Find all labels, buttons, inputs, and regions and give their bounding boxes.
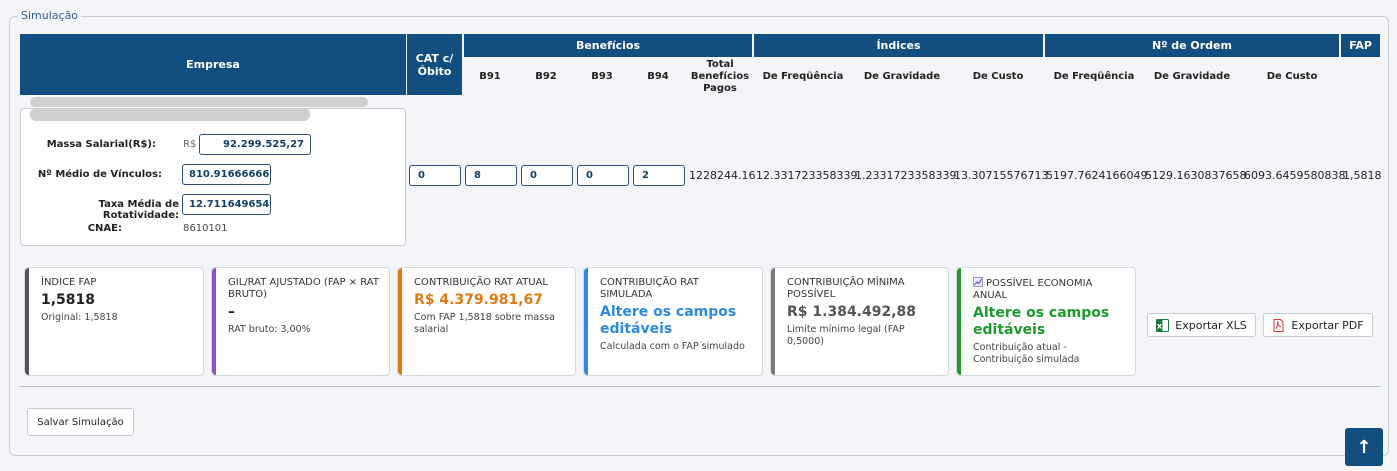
redacted-company-name bbox=[30, 97, 368, 107]
b94-input[interactable]: 2 bbox=[633, 165, 685, 186]
divider bbox=[20, 386, 1380, 387]
card-accent-bar bbox=[771, 268, 775, 375]
card-gil-rat-ajustado: GIL/RAT AJUSTADO (FAP × RAT BRUTO) – RAT… bbox=[211, 267, 390, 376]
cnae-label: CNAE: bbox=[87, 223, 122, 234]
card-value: Altere os campos editáveis bbox=[600, 304, 737, 337]
card-accent-bar bbox=[584, 268, 588, 375]
header-cat-obito: CAT c/ Óbito bbox=[407, 34, 462, 95]
header-beneficios: Benefícios bbox=[464, 34, 752, 57]
fap-value: 1,5818 bbox=[1343, 169, 1382, 182]
card-indice-fap: ÍNDICE FAP 1,5818 Original: 1,5818 bbox=[24, 267, 204, 376]
export-pdf-label: Exportar PDF bbox=[1291, 318, 1364, 332]
card-title: CONTRIBUIÇÃO RAT SIMULADA bbox=[600, 277, 699, 300]
subheader-b93: B93 bbox=[591, 71, 613, 82]
indice-custo-value: 13.30715576713 bbox=[954, 169, 1049, 182]
card-subtitle: RAT bruto: 3,00% bbox=[228, 324, 311, 335]
card-title: POSSÍVEL ECONOMIA ANUAL bbox=[973, 277, 1125, 302]
simulation-legend: Simulação bbox=[18, 9, 82, 22]
subheader-ordem-frequencia: De Freqüência bbox=[1053, 71, 1135, 82]
indice-frequencia-value: 12.331723358339 bbox=[756, 169, 858, 182]
subheader-indice-gravidade: De Gravidade bbox=[863, 71, 941, 82]
ordem-gravidade-value: 5129.1630837658 bbox=[1145, 169, 1247, 182]
ordem-custo-value: 6093.6459580838 bbox=[1244, 169, 1346, 182]
vinculos-label: Nº Médio de Vínculos: bbox=[37, 169, 162, 180]
massa-salarial-input[interactable]: 92.299.525,27 bbox=[199, 134, 311, 155]
redacted-company-id bbox=[30, 108, 310, 121]
export-xls-button[interactable]: x Exportar XLS bbox=[1147, 313, 1256, 337]
card-value: R$ 4.379.981,67 bbox=[414, 292, 544, 308]
subheader-ordem-gravidade: De Gravidade bbox=[1153, 71, 1231, 82]
vinculos-input[interactable]: 810.91666666 bbox=[182, 164, 271, 185]
card-title: CONTRIBUIÇÃO RAT ATUAL bbox=[414, 277, 548, 288]
card-title: ÍNDICE FAP bbox=[41, 277, 97, 288]
scroll-top-button[interactable]: ↑ bbox=[1345, 428, 1383, 466]
card-subtitle: Original: 1,5818 bbox=[41, 312, 118, 323]
card-contribuicao-rat-simulada: CONTRIBUIÇÃO RAT SIMULADA Altere os camp… bbox=[583, 267, 763, 376]
card-value: – bbox=[228, 304, 235, 320]
subheader-indice-frequencia: De Freqüência bbox=[762, 71, 844, 82]
currency-label: R$ bbox=[183, 139, 197, 150]
subheader-b94: B94 bbox=[647, 71, 669, 82]
export-pdf-button[interactable]: Exportar PDF bbox=[1263, 313, 1373, 337]
ordem-frequencia-value: 5197.7624166049 bbox=[1046, 169, 1148, 182]
b93-input[interactable]: 0 bbox=[577, 165, 629, 186]
card-subtitle: Com FAP 1,5818 sobre massa salarial bbox=[414, 312, 555, 335]
card-title: CONTRIBUIÇÃO MÍNIMA POSSÍVEL bbox=[787, 277, 905, 300]
cnae-value: 8610101 bbox=[183, 223, 228, 234]
cat-obito-input[interactable]: 0 bbox=[409, 165, 461, 186]
card-value: Altere os campos editáveis bbox=[973, 305, 1110, 338]
header-empresa: Empresa bbox=[20, 34, 406, 95]
header-numero-ordem: Nº de Ordem bbox=[1045, 34, 1339, 57]
total-beneficios-value: 1228244.16 bbox=[689, 169, 756, 182]
rotatividade-label: Taxa Média de Rotatividade: bbox=[98, 199, 179, 221]
massa-salarial-label: Massa Salarial(R$): bbox=[46, 139, 156, 150]
save-simulation-button[interactable]: Salvar Simulação bbox=[27, 408, 134, 436]
card-title: GIL/RAT AJUSTADO (FAP × RAT BRUTO) bbox=[228, 277, 379, 300]
card-value: 1,5818 bbox=[41, 292, 96, 308]
pdf-icon bbox=[1273, 318, 1284, 332]
excel-icon: x bbox=[1156, 318, 1170, 332]
header-fap: FAP bbox=[1341, 34, 1380, 57]
card-accent-bar bbox=[957, 268, 961, 375]
b91-input[interactable]: 8 bbox=[465, 165, 517, 186]
card-accent-bar bbox=[398, 268, 402, 375]
card-subtitle: Limite mínimo legal (FAP 0,5000) bbox=[787, 324, 905, 347]
indice-gravidade-value: 1.2331723358339 bbox=[855, 169, 957, 182]
card-subtitle: Contribuição atual - Contribuição simula… bbox=[973, 342, 1080, 365]
card-contribuicao-rat-atual: CONTRIBUIÇÃO RAT ATUAL R$ 4.379.981,67 C… bbox=[397, 267, 576, 376]
card-subtitle: Calculada com o FAP simulado bbox=[600, 341, 745, 352]
chart-icon bbox=[973, 277, 983, 287]
subheader-b91: B91 bbox=[479, 71, 501, 82]
subheader-ordem-custo: De Custo bbox=[1266, 71, 1318, 82]
card-possivel-economia: POSSÍVEL ECONOMIA ANUAL Altere os campos… bbox=[956, 267, 1136, 376]
b92-input[interactable]: 0 bbox=[521, 165, 573, 186]
card-accent-bar bbox=[212, 268, 216, 375]
arrow-up-icon: ↑ bbox=[1356, 436, 1372, 458]
export-xls-label: Exportar XLS bbox=[1175, 318, 1247, 332]
svg-text:x: x bbox=[1157, 321, 1163, 330]
card-contribuicao-minima: CONTRIBUIÇÃO MÍNIMA POSSÍVEL R$ 1.384.49… bbox=[770, 267, 949, 376]
rotatividade-input[interactable]: 12.711649654 bbox=[182, 194, 271, 215]
subheader-indice-custo: De Custo bbox=[972, 71, 1024, 82]
card-accent-bar bbox=[25, 268, 29, 375]
subheader-total-beneficios: Total Benefícios Pagos bbox=[690, 59, 750, 94]
header-indices: Índices bbox=[754, 34, 1043, 57]
card-title-text: POSSÍVEL ECONOMIA ANUAL bbox=[973, 278, 1093, 301]
subheader-b92: B92 bbox=[535, 71, 557, 82]
card-value: R$ 1.384.492,88 bbox=[787, 304, 917, 320]
